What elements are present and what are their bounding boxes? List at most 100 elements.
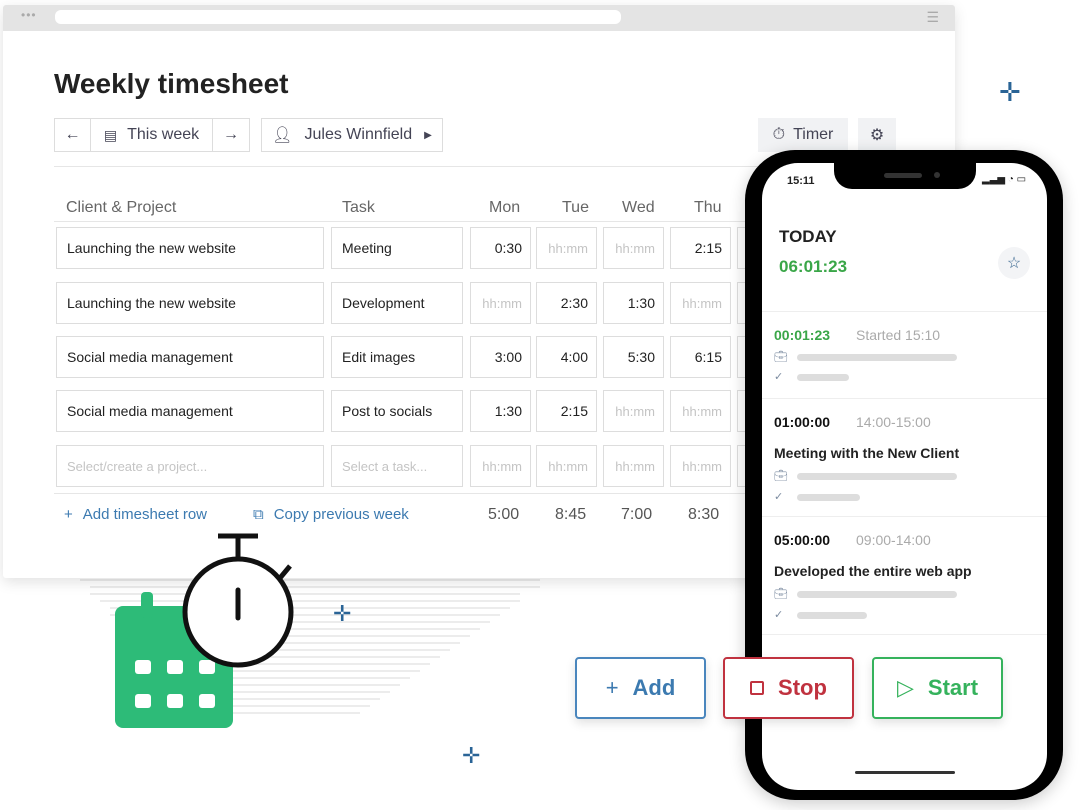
hours-input[interactable]: 4:00 <box>536 336 597 378</box>
hours-input[interactable]: hh:mm <box>536 445 597 487</box>
hours-input[interactable]: 1:30 <box>470 390 531 432</box>
project-placeholder-bar <box>797 591 957 598</box>
browser-topbar: ••• ☰ <box>3 5 955 31</box>
project-field[interactable]: Social media management <box>56 390 324 432</box>
hours-input[interactable]: 5:30 <box>603 336 664 378</box>
copy-icon: ⧉ <box>253 506 264 523</box>
hours-input[interactable]: hh:mm <box>470 282 531 324</box>
project-field[interactable]: Launching the new website <box>56 227 324 269</box>
hours-input[interactable]: hh:mm <box>470 445 531 487</box>
briefcase-icon: 💼︎ <box>774 351 788 363</box>
add-button[interactable]: + Add <box>575 657 706 719</box>
stop-button[interactable]: Stop <box>723 657 854 719</box>
task-placeholder-bar <box>797 374 849 381</box>
time-entry[interactable]: 00:01:23 Started 15:10 💼︎ ✓ <box>762 311 1047 398</box>
hours-input[interactable]: 2:15 <box>670 227 731 269</box>
stopwatch-illustration-icon <box>182 533 294 668</box>
user-icon: 👤︎ <box>272 127 293 144</box>
check-icon: ✓ <box>774 491 784 503</box>
star-icon: ☆ <box>1006 255 1022 272</box>
entry-time: Started 15:10 <box>856 327 941 343</box>
hours-input[interactable]: hh:mm <box>670 282 731 324</box>
check-icon: ✓ <box>774 371 784 383</box>
today-label: TODAY <box>779 227 837 246</box>
menu-icon[interactable]: ☰ <box>926 9 939 26</box>
hours-input[interactable]: hh:mm <box>536 227 597 269</box>
project-field[interactable]: Social media management <box>56 336 324 378</box>
hours-input[interactable]: 6:15 <box>670 336 731 378</box>
column-header: Task <box>342 199 375 216</box>
task-field[interactable]: Development <box>331 282 463 324</box>
entry-duration: 00:01:23 <box>774 327 831 343</box>
stop-icon <box>750 681 765 695</box>
column-header: Wed <box>622 199 655 216</box>
prev-week-button[interactable]: ← <box>54 118 91 152</box>
hours-input[interactable]: hh:mm <box>670 390 731 432</box>
add-row-label: Add timesheet row <box>82 506 207 523</box>
arrow-right-icon: → <box>223 126 239 143</box>
start-button[interactable]: ▷ Start <box>872 657 1003 719</box>
entry-description: Developed the entire web app <box>774 563 972 579</box>
settings-button[interactable]: ⚙ <box>858 118 896 152</box>
status-clock: 15:11 <box>787 175 815 187</box>
hours-input[interactable]: hh:mm <box>603 227 664 269</box>
stopwatch-icon: ⏱︎ <box>772 126 786 143</box>
day-total: 5:00 <box>488 506 520 523</box>
timer-label: Timer <box>793 126 834 143</box>
today-total: 06:01:23 <box>779 257 848 276</box>
task-placeholder-bar <box>797 494 860 501</box>
plus-icon: + <box>605 675 619 700</box>
sparkle-icon: ✛ <box>333 601 352 626</box>
hours-input[interactable]: 1:30 <box>603 282 664 324</box>
project-field[interactable]: Launching the new website <box>56 282 324 324</box>
project-placeholder-bar <box>797 354 957 361</box>
day-total: 8:30 <box>688 506 720 523</box>
check-icon: ✓ <box>774 609 784 621</box>
address-bar[interactable] <box>55 10 621 24</box>
time-entry[interactable]: 05:00:00 09:00-14:00 Developed the entir… <box>762 516 1047 634</box>
entry-duration: 01:00:00 <box>774 414 831 430</box>
day-total: 8:45 <box>555 506 587 523</box>
hours-input[interactable]: hh:mm <box>603 390 664 432</box>
task-field[interactable]: Edit images <box>331 336 463 378</box>
plus-icon: + <box>64 506 73 523</box>
column-header: Mon <box>489 199 521 216</box>
play-icon: ▷ <box>896 675 914 700</box>
hours-input[interactable]: 2:15 <box>536 390 597 432</box>
timer-button[interactable]: ⏱︎ Timer <box>758 118 848 152</box>
column-header: Client & Project <box>66 199 177 216</box>
time-entry[interactable]: 01:00:00 14:00-15:00 Meeting with the Ne… <box>762 398 1047 516</box>
calendar-icon: ▤ <box>103 126 118 143</box>
caret-right-icon: ▶ <box>424 129 432 141</box>
task-placeholder-bar <box>797 612 867 619</box>
sparkle-icon: ✛ <box>999 77 1021 107</box>
add-label: Add <box>632 675 676 700</box>
phone-notch <box>834 163 976 189</box>
hours-input[interactable]: 3:00 <box>470 336 531 378</box>
hours-input[interactable]: 0:30 <box>470 227 531 269</box>
hours-input[interactable]: hh:mm <box>603 445 664 487</box>
project-placeholder-bar <box>797 473 957 480</box>
entry-description: Meeting with the New Client <box>774 445 960 461</box>
favorite-button[interactable]: ☆ <box>998 247 1030 279</box>
stop-label: Stop <box>778 675 827 700</box>
task-field[interactable]: Post to socials <box>331 390 463 432</box>
task-select[interactable]: Select a task... <box>331 445 463 487</box>
project-select[interactable]: Select/create a project... <box>56 445 324 487</box>
hours-input[interactable]: 2:30 <box>536 282 597 324</box>
user-select[interactable]: 👤︎ Jules Winnfield ▶ <box>261 118 443 152</box>
start-label: Start <box>927 675 979 700</box>
hours-input[interactable]: hh:mm <box>670 445 731 487</box>
entry-time: 14:00-15:00 <box>856 414 931 430</box>
next-week-button[interactable]: → <box>212 118 250 152</box>
task-field[interactable]: Meeting <box>331 227 463 269</box>
day-total: 7:00 <box>621 506 653 523</box>
briefcase-icon: 💼︎ <box>774 588 788 600</box>
this-week-button[interactable]: ▤ This week <box>90 118 213 152</box>
copy-week-link[interactable]: ⧉ Copy previous week <box>253 506 409 523</box>
window-dots-icon: ••• <box>21 8 37 22</box>
this-week-label: This week <box>127 126 200 143</box>
add-row-link[interactable]: + Add timesheet row <box>64 506 207 523</box>
arrow-left-icon: ← <box>64 126 81 143</box>
copy-week-label: Copy previous week <box>273 506 409 523</box>
